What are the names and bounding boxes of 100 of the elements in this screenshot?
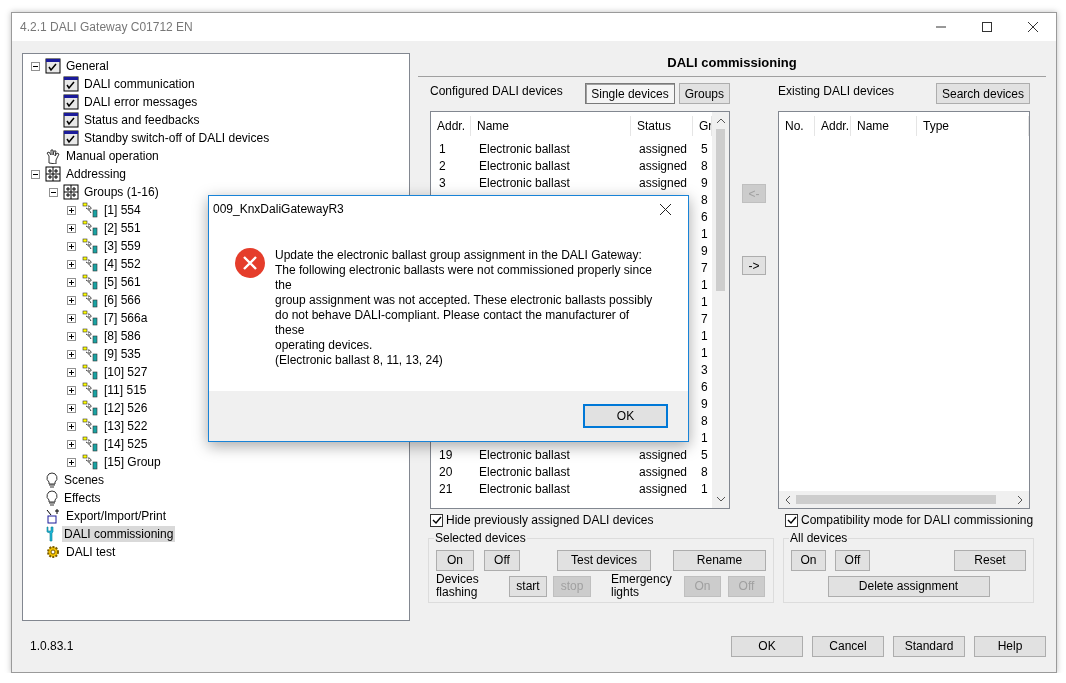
expand-toggle[interactable] — [67, 403, 76, 413]
checkbox[interactable] — [430, 513, 443, 527]
tree-item[interactable]: Standby switch-off of DALI devices — [82, 130, 272, 146]
tree-item[interactable]: DALI error messages — [82, 94, 200, 110]
search-devices-button[interactable]: Search devices — [935, 83, 1030, 104]
button[interactable]: Rename — [673, 549, 766, 571]
column-header[interactable]: Type — [917, 116, 1029, 136]
tree-item[interactable]: [2] 551 — [102, 220, 143, 236]
caret-down-icon — [716, 497, 725, 502]
plus-icon — [68, 224, 75, 232]
collapse-toggle[interactable] — [49, 187, 58, 197]
table-cell-text: 6 — [700, 209, 709, 224]
tree-item[interactable]: General — [64, 58, 111, 74]
column-header[interactable]: Addr. — [815, 116, 851, 136]
scrollbar-thumb[interactable] — [796, 495, 996, 504]
tree-item[interactable]: [8] 586 — [102, 328, 143, 344]
table-cell-text: Electronic ballast — [478, 141, 571, 156]
button[interactable]: On — [436, 549, 474, 571]
table-cell-text: Electronic ballast — [478, 464, 571, 479]
tree-item[interactable]: [15] Group — [102, 454, 163, 470]
table-cell-text: 9 — [700, 396, 709, 411]
button[interactable]: Off — [835, 549, 870, 571]
tree-item[interactable]: [4] 552 — [102, 256, 143, 272]
tree-item[interactable]: [14] 525 — [102, 436, 150, 452]
button[interactable]: Test devices — [557, 549, 651, 571]
grid-icon — [45, 166, 61, 182]
footer-button[interactable]: OK — [731, 635, 803, 657]
signal-icon — [81, 292, 99, 308]
tree-item[interactable]: Addressing — [64, 166, 129, 182]
tree-item[interactable]: [11] 515 — [102, 382, 149, 398]
view-toggle[interactable]: Groups — [678, 83, 730, 104]
tree-item[interactable]: Effects — [62, 490, 103, 506]
button[interactable]: start — [509, 575, 547, 597]
check-icon — [786, 515, 797, 525]
tree-item[interactable]: [5] 561 — [102, 274, 143, 290]
tree-item[interactable]: Scenes — [62, 472, 107, 488]
table-cell-text: assigned — [638, 175, 689, 190]
table-cell-text: 1 — [700, 345, 709, 360]
footer-button[interactable]: Standard — [893, 635, 965, 657]
expand-toggle[interactable] — [67, 457, 76, 467]
column-header[interactable]: Name — [851, 116, 917, 136]
signal-icon — [81, 238, 99, 254]
tree-item[interactable]: [9] 535 — [102, 346, 143, 362]
tree-item[interactable]: [12] 526 — [102, 400, 150, 416]
scrollbar[interactable] — [779, 491, 1029, 508]
tree-item[interactable]: [3] 559 — [102, 238, 143, 254]
delete-assignment-button[interactable]: Delete assignment — [827, 575, 990, 597]
transfer-button[interactable]: -> — [742, 256, 766, 275]
expand-toggle[interactable] — [67, 295, 76, 305]
tree-item[interactable]: Groups (1-16) — [82, 184, 161, 200]
expand-toggle[interactable] — [67, 277, 76, 287]
tree-item[interactable]: [7] 566a — [102, 310, 150, 326]
scrollbar-thumb[interactable] — [716, 129, 725, 291]
tree-item[interactable]: [1] 554 — [102, 202, 143, 218]
plus-icon — [68, 386, 75, 394]
tree-item[interactable]: Manual operation — [64, 148, 161, 164]
expand-toggle[interactable] — [67, 241, 76, 251]
error-message: Update the electronic ballast group assignment in the DALI Gateway: The following electronic ballasts were not commissioned properly since the group assignment was not accepted. These electronic ballasts possibly do not behave DALI-compliant. Please contact the manufacturer of these operating devices. (Electronic ballast 8, 11, 13, 24) — [275, 248, 653, 369]
column-header[interactable]: Status — [631, 116, 693, 136]
tree-item[interactable]: [6] 566 — [102, 292, 143, 308]
ok-button[interactable]: OK — [583, 404, 668, 428]
plus-icon — [68, 422, 75, 430]
expand-toggle[interactable] — [67, 259, 76, 269]
expand-toggle[interactable] — [67, 439, 76, 449]
checkbox[interactable] — [785, 513, 798, 527]
button[interactable]: Reset — [954, 549, 1026, 571]
signal-icon — [81, 310, 99, 326]
button[interactable]: Off — [484, 549, 520, 571]
collapse-toggle[interactable] — [31, 169, 40, 179]
tree-item[interactable]: Export/Import/Print — [64, 508, 169, 524]
error-icon — [235, 248, 265, 278]
expand-toggle[interactable] — [67, 421, 76, 431]
tree-item[interactable]: DALI test — [64, 544, 118, 560]
collapse-toggle[interactable] — [31, 61, 40, 71]
view-toggle[interactable]: Single devices — [585, 83, 675, 104]
expand-toggle[interactable] — [67, 313, 76, 323]
footer-button[interactable]: Cancel — [812, 635, 884, 657]
expand-toggle[interactable] — [67, 385, 76, 395]
group-title: All devices — [789, 531, 849, 545]
column-header[interactable]: No. — [779, 116, 815, 136]
expand-toggle[interactable] — [67, 223, 76, 233]
table-cell-text: 8 — [700, 192, 709, 207]
expand-toggle[interactable] — [67, 331, 76, 341]
column-header[interactable]: Name — [471, 116, 631, 136]
table-cell-text: 3 — [700, 362, 709, 377]
tree-item[interactable]: DALI communication — [82, 76, 197, 92]
button[interactable]: On — [791, 549, 826, 571]
plus-icon — [68, 296, 75, 304]
expand-toggle[interactable] — [67, 367, 76, 377]
tree-item[interactable]: DALI commissioning — [62, 526, 176, 542]
tree-item[interactable]: [13] 522 — [102, 418, 150, 434]
expand-toggle[interactable] — [67, 205, 76, 215]
table-cell-text: 6 — [700, 379, 709, 394]
tree-item[interactable]: [10] 527 — [102, 364, 150, 380]
footer-button[interactable]: Help — [974, 635, 1046, 657]
column-header[interactable]: Addr. — [431, 116, 471, 136]
expand-toggle[interactable] — [67, 349, 76, 359]
table-cell-text: 1 — [700, 294, 709, 309]
scrollbar[interactable] — [712, 112, 729, 508]
tree-item[interactable]: Status and feedbacks — [82, 112, 202, 128]
